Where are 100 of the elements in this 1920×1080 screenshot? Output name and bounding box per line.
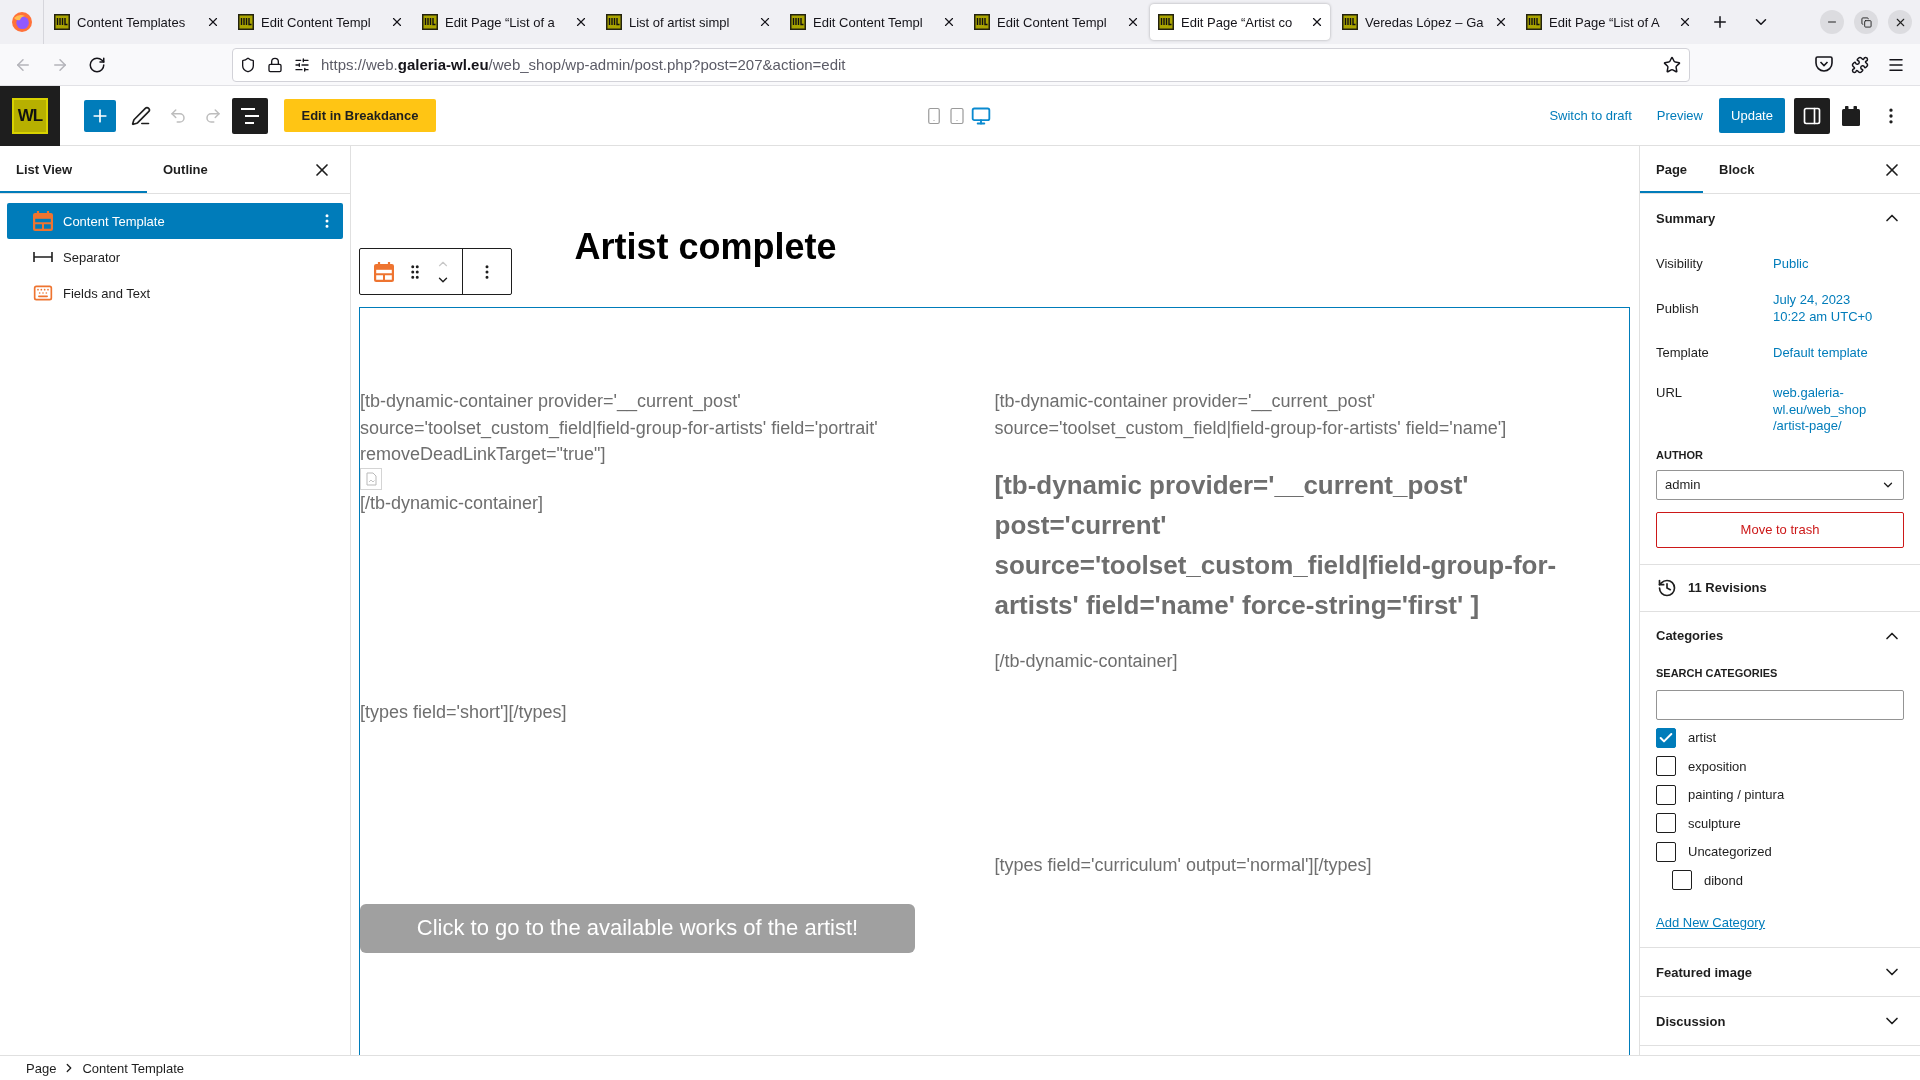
close-icon[interactable] <box>206 15 220 29</box>
panel-header[interactable]: Summary <box>1640 194 1920 242</box>
setting-label: Publish <box>1656 300 1700 317</box>
restore-button[interactable] <box>1854 10 1878 34</box>
checkbox[interactable] <box>1656 756 1676 777</box>
monitor-icon[interactable] <box>971 105 991 126</box>
reload-icon[interactable] <box>88 55 106 74</box>
close-icon[interactable] <box>1310 15 1324 29</box>
breadcrumb-item[interactable]: Page <box>26 1060 57 1076</box>
lock-icon[interactable] <box>267 56 283 73</box>
panel-header[interactable]: Discussion <box>1640 997 1920 1046</box>
sidebar-panel-icon <box>1802 105 1822 126</box>
move-to-trash-button[interactable]: Move to trash <box>1656 511 1904 548</box>
edit-builder-button[interactable]: Edit in Breakdance <box>284 99 436 132</box>
sidebar-tab[interactable]: Page <box>1640 146 1704 193</box>
smartphone-icon[interactable] <box>925 106 943 125</box>
site-favicon-icon <box>54 14 70 30</box>
shortcode-text: [types field='curriculum' output='normal'][/types] <box>994 854 1372 877</box>
close-icon[interactable] <box>942 15 956 29</box>
document-outline-icon <box>240 107 260 124</box>
inserter-button[interactable] <box>84 99 116 132</box>
setting-value-link[interactable]: Public <box>1773 255 1904 273</box>
browser-tab[interactable]: List of artist simpl <box>598 4 778 40</box>
browser-tab[interactable]: Edit Content Templ <box>966 4 1146 40</box>
panel-tab[interactable]: List View <box>0 146 147 193</box>
checkbox[interactable] <box>1656 784 1676 805</box>
breadcrumb-item[interactable]: Content Template <box>82 1060 185 1076</box>
close-button[interactable] <box>1888 10 1912 34</box>
category-label[interactable]: exposition <box>1688 758 1747 774</box>
bookmark-star-icon[interactable] <box>1663 55 1681 74</box>
setting-value-link[interactable]: Default template <box>1773 344 1904 362</box>
notepad-icon[interactable] <box>1842 105 1860 126</box>
close-icon[interactable] <box>1126 15 1140 29</box>
close-icon[interactable] <box>390 15 404 29</box>
pen-icon[interactable] <box>131 105 151 126</box>
update-button[interactable]: Update <box>1719 98 1785 133</box>
calendar-icon <box>33 211 53 231</box>
list-view-item[interactable]: Fields and Text <box>7 275 343 311</box>
site-favicon-icon <box>790 14 806 30</box>
close-icon[interactable] <box>758 15 772 29</box>
browser-tab[interactable]: Edit Content Templ <box>230 4 410 40</box>
checkbox[interactable] <box>1672 870 1692 891</box>
restore-icon <box>1860 16 1872 28</box>
keyboard-icon <box>33 283 53 303</box>
panel-tab[interactable]: Outline <box>147 146 294 193</box>
close-icon[interactable] <box>574 15 588 29</box>
add-new-category-link[interactable]: Add New Category <box>1656 915 1766 932</box>
field-label: AUTHOR <box>1656 447 1705 463</box>
switch-to-draft-button[interactable]: Switch to draft <box>1549 108 1632 123</box>
settings-toggle-button[interactable] <box>1794 97 1830 134</box>
browser-tab[interactable]: Edit Page “Artist co <box>1150 4 1330 40</box>
history-icon <box>1657 577 1677 598</box>
list-view-item[interactable]: Content Template <box>7 203 343 239</box>
checkbox[interactable] <box>1656 727 1676 748</box>
category-label[interactable]: artist <box>1688 730 1717 745</box>
tablet-icon[interactable] <box>948 106 966 125</box>
site-favicon-icon <box>606 14 622 30</box>
address-field[interactable]: https://web.galeria-wl.eu/web_shop/wp-admin/post.php?post=207&action=edit <box>232 47 1690 82</box>
close-icon[interactable] <box>1494 15 1508 29</box>
checkbox[interactable] <box>1656 841 1676 862</box>
search-field[interactable] <box>1656 689 1904 720</box>
browser-tab[interactable]: Content Templates <box>46 4 226 40</box>
browser-tab[interactable]: Edit Page “List of a <box>414 4 594 40</box>
setting-value-link[interactable]: web.galeria- wl.eu/web_shop /artist-page/ <box>1773 385 1904 435</box>
category-label[interactable]: dibond <box>1704 872 1744 888</box>
list-view-item[interactable]: Separator <box>7 239 343 275</box>
permissions-icon[interactable] <box>294 56 310 73</box>
shortcode-heading: [tb-dynamic provider='__current_post' post='current' source='toolset_custom_field|field-group-for-artists' field='name' force-string='first' ] <box>994 469 1558 622</box>
setting-value-link[interactable]: July 24, 2023 10:22 am UTC+0 <box>1773 292 1904 325</box>
site-favicon-icon <box>974 14 990 30</box>
panel-header[interactable]: Featured image <box>1640 948 1920 997</box>
shield-icon[interactable] <box>240 56 256 73</box>
category-label[interactable]: painting / pintura <box>1688 787 1785 803</box>
site-favicon-icon <box>1526 14 1542 30</box>
checkbox[interactable] <box>1656 813 1676 834</box>
browser-tab[interactable]: Edit Page “List of A <box>1518 4 1698 40</box>
category-label[interactable]: Uncategorized <box>1688 844 1772 860</box>
image-placeholder-icon <box>360 467 382 490</box>
browser-tab[interactable]: Veredas López – Ga <box>1334 4 1514 40</box>
browser-tab[interactable]: Edit Content Templ <box>782 4 962 40</box>
shortcode-text: [tb-dynamic-container provider='__current_post' source='toolset_custom_field|field-group-for-artists' field='portrait' removeDeadLinkTarget="true"] <box>360 390 879 466</box>
category-label[interactable]: sculpture <box>1688 815 1741 831</box>
minimize-button[interactable] <box>1820 10 1844 34</box>
site-logo-button[interactable]: WL <box>0 85 60 146</box>
revisions-link[interactable]: 11 Revisions <box>1640 564 1920 611</box>
new-tab-icon[interactable] <box>1711 13 1729 31</box>
browser-logo-icon[interactable] <box>11 12 32 32</box>
sidebar-tab[interactable]: Block <box>1703 146 1771 193</box>
panel-header[interactable]: Categories <box>1640 611 1920 660</box>
puzzle-icon[interactable] <box>1851 55 1869 74</box>
site-favicon-icon <box>1342 14 1358 30</box>
close-icon[interactable] <box>1678 15 1692 29</box>
author-select[interactable]: admin <box>1656 469 1904 500</box>
pocket-icon[interactable] <box>1815 56 1833 73</box>
post-title[interactable]: Artist complete <box>574 225 1415 268</box>
preview-button[interactable]: Preview <box>1656 108 1703 123</box>
setting-label: URL <box>1656 385 1683 401</box>
list-view-button[interactable] <box>232 97 268 134</box>
separator-icon <box>33 252 53 262</box>
setting-label: Visibility <box>1656 256 1704 272</box>
